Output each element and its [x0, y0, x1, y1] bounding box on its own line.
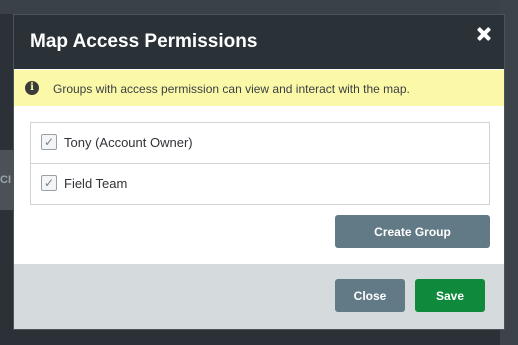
background-panel-label: CI: [0, 174, 11, 186]
info-banner: i Groups with access permission can view…: [14, 70, 504, 106]
dialog-title: Map Access Permissions: [30, 31, 258, 52]
dialog-header: Map Access Permissions: [14, 15, 504, 69]
close-icon[interactable]: [476, 26, 492, 42]
save-button[interactable]: Save: [415, 279, 485, 312]
group-label-field-team: Field Team: [64, 176, 128, 191]
checkbox-tony[interactable]: ✓: [41, 134, 57, 150]
info-icon: i: [25, 81, 39, 95]
create-group-button[interactable]: Create Group: [335, 215, 490, 248]
group-label-tony: Tony (Account Owner): [64, 135, 193, 150]
info-text: Groups with access permission can view a…: [53, 82, 410, 96]
group-row-tony[interactable]: ✓ Tony (Account Owner): [31, 123, 489, 164]
background-toolbar: [0, 0, 518, 14]
close-button[interactable]: Close: [335, 279, 405, 312]
checkbox-field-team[interactable]: ✓: [41, 175, 57, 191]
group-list: ✓ Tony (Account Owner) ✓ Field Team: [30, 122, 490, 205]
map-access-permissions-dialog: Map Access Permissions i Groups with acc…: [13, 14, 505, 330]
group-row-field-team[interactable]: ✓ Field Team: [31, 164, 489, 205]
